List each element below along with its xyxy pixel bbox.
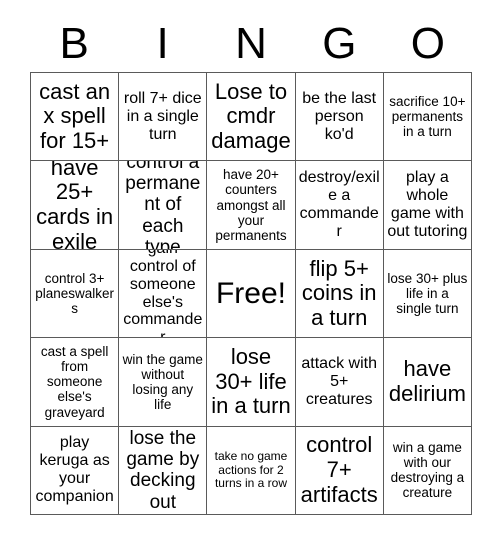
- bingo-cell-label: have 25+ cards in exile: [36, 161, 114, 250]
- bingo-cell-label: attack with 5+ creatures: [301, 355, 377, 408]
- bingo-grid: cast an x spell for 15+ roll 7+ dice in a…: [30, 72, 472, 515]
- bingo-cell[interactable]: win a game with our destroying a creatur…: [383, 426, 472, 515]
- bingo-cell[interactable]: gain control of someone else's commander: [119, 249, 208, 339]
- bingo-cell-label: win a game with our destroying a creatur…: [390, 440, 465, 501]
- bingo-cell-label: have delirium: [388, 356, 466, 406]
- bingo-cell[interactable]: flip 5+ coins in a turn: [295, 249, 384, 339]
- bingo-cell[interactable]: control 3+ planeswalkers: [31, 249, 120, 339]
- bingo-cell[interactable]: lose the game by decking out: [119, 426, 208, 515]
- bingo-cell[interactable]: play a whole game with out tutoring: [383, 161, 472, 250]
- bingo-cell[interactable]: cast an x spell for 15+: [31, 73, 120, 162]
- bingo-header-letter-n: N: [235, 19, 267, 68]
- bingo-header-letter-o: O: [410, 19, 445, 68]
- bingo-cell-label: control 7+ artifacts: [300, 432, 378, 507]
- bingo-cell-label: win the game without losing any life: [122, 351, 203, 412]
- bingo-cell-label: flip 5+ coins in a turn: [301, 255, 377, 330]
- bingo-cell-label: control 3+ planeswalkers: [35, 270, 114, 317]
- bingo-cell[interactable]: destroy/exile a commander: [295, 161, 384, 250]
- bingo-header-row: B I N G O: [30, 16, 472, 72]
- bingo-cell[interactable]: take no game actions for 2 turns in a ro…: [207, 426, 296, 515]
- bingo-card: B I N G O cast an x spell for 15+ roll 7+…: [0, 0, 500, 544]
- bingo-cell-label: be the last person ko'd: [302, 89, 377, 143]
- bingo-header-letter-b: B: [59, 19, 89, 68]
- bingo-cell-label: gain control of someone else's commander: [123, 250, 203, 339]
- bingo-cell[interactable]: cast a spell from someone else's graveya…: [31, 338, 120, 427]
- bingo-cell[interactable]: win the game without losing any life: [119, 338, 208, 427]
- bingo-cell[interactable]: lose 30+ plus life in a single turn: [383, 249, 472, 339]
- bingo-cell-label: have 20+ counters amongst all your perma…: [215, 167, 287, 243]
- bingo-cell-label: control a permanent of each type: [125, 161, 201, 250]
- bingo-cell-label: lose the game by decking out: [126, 427, 200, 513]
- bingo-cell-label: cast an x spell for 15+: [39, 78, 111, 153]
- bingo-cell-label: destroy/exile a commander: [298, 169, 380, 240]
- bingo-free-space[interactable]: Free!: [207, 249, 296, 339]
- bingo-cell-label: lose 30+ plus life in a single turn: [387, 270, 468, 317]
- bingo-cell[interactable]: sacrifice 10+ permanents in a turn: [383, 73, 472, 162]
- bingo-cell-label: cast a spell from someone else's graveya…: [40, 344, 109, 420]
- bingo-cell[interactable]: have 25+ cards in exile: [31, 161, 120, 250]
- bingo-cell-label: roll 7+ dice in a single turn: [123, 89, 202, 143]
- bingo-cell[interactable]: play keruga as your companion: [31, 426, 120, 515]
- bingo-cell-label: play a whole game with out tutoring: [387, 169, 468, 240]
- bingo-cell[interactable]: be the last person ko'd: [295, 73, 384, 162]
- bingo-cell[interactable]: lose 30+ life in a turn: [207, 338, 296, 427]
- bingo-cell-label: sacrifice 10+ permanents in a turn: [389, 94, 466, 140]
- bingo-cell[interactable]: attack with 5+ creatures: [295, 338, 384, 427]
- bingo-cell[interactable]: control 7+ artifacts: [295, 426, 384, 515]
- bingo-cell[interactable]: have delirium: [383, 338, 472, 427]
- bingo-cell[interactable]: have 20+ counters amongst all your perma…: [207, 161, 296, 250]
- bingo-cell-label: play keruga as your companion: [35, 434, 114, 506]
- bingo-cell[interactable]: roll 7+ dice in a single turn: [119, 73, 208, 162]
- bingo-header-letter-g: G: [322, 19, 357, 68]
- bingo-cell-label: Lose to cmdr damage: [211, 78, 291, 153]
- bingo-cell-label: take no game actions for 2 turns in a ro…: [214, 449, 288, 491]
- bingo-cell-label: Free!: [215, 276, 286, 310]
- bingo-cell[interactable]: Lose to cmdr damage: [207, 73, 296, 162]
- bingo-cell-label: lose 30+ life in a turn: [211, 343, 291, 419]
- bingo-header-letter-i: I: [156, 19, 169, 68]
- bingo-cell[interactable]: control a permanent of each type: [119, 161, 208, 250]
